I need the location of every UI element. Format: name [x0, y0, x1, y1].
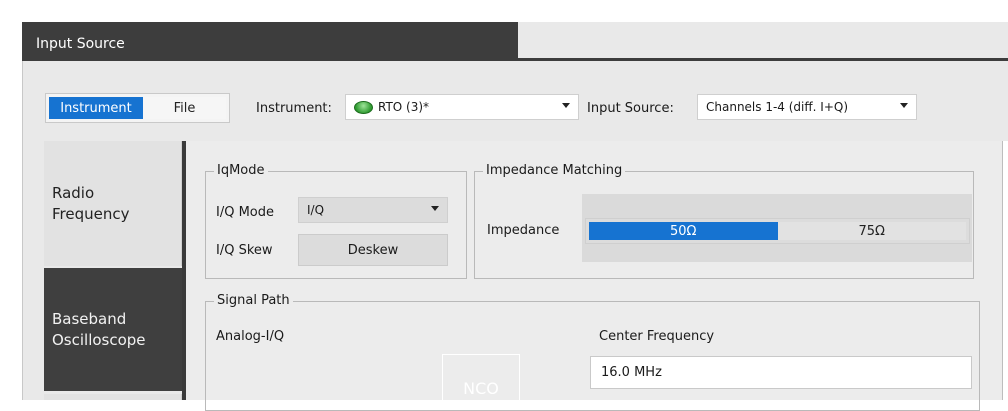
nav-radio-frequency[interactable]: Radio Frequency — [44, 141, 182, 266]
nav-label-line1: Radio — [52, 183, 95, 202]
chevron-down-icon — [431, 206, 439, 211]
nav-baseband-oscilloscope[interactable]: Baseband Oscilloscope — [44, 268, 182, 391]
instrument-dropdown[interactable]: RTO (3)* — [345, 94, 579, 120]
impedance-75-option[interactable]: 75Ω — [777, 222, 966, 240]
input-source-value: Channels 1-4 (diff. I+Q) — [706, 100, 848, 114]
chevron-down-icon — [900, 103, 908, 108]
iq-mode-label: I/Q Mode — [216, 205, 274, 220]
instrument-label: Instrument: — [256, 101, 332, 116]
chevron-down-icon — [562, 103, 570, 108]
deskew-button[interactable]: Deskew — [298, 234, 448, 266]
impedance-group-title: Impedance Matching — [483, 163, 626, 178]
iq-skew-label: I/Q Skew — [216, 243, 273, 258]
impedance-toggle: 50Ω 75Ω — [585, 218, 970, 244]
nco-block: NCO — [442, 354, 520, 400]
status-led-icon — [354, 100, 373, 114]
center-frequency-label: Center Frequency — [599, 329, 715, 344]
nav-next-item[interactable] — [44, 394, 182, 400]
iqmode-group-title: IqMode — [214, 163, 268, 178]
signal-path-group-title: Signal Path — [214, 293, 293, 308]
iq-mode-dropdown[interactable]: I/Q — [298, 197, 448, 223]
instrument-value: RTO (3)* — [378, 100, 430, 114]
iq-mode-value: I/Q — [307, 203, 325, 217]
source-toggle: Instrument File — [45, 93, 230, 123]
impedance-label: Impedance — [487, 223, 560, 238]
title-rule — [518, 58, 1008, 61]
input-source-dropdown[interactable]: Channels 1-4 (diff. I+Q) — [697, 94, 917, 120]
toggle-instrument[interactable]: Instrument — [49, 97, 143, 119]
toggle-file[interactable]: File — [143, 97, 226, 119]
nav-label-line1: Baseband — [52, 309, 127, 328]
dialog-title-tab: Input Source — [22, 22, 518, 61]
impedance-50-option[interactable]: 50Ω — [589, 222, 778, 240]
panel-right-edge — [1002, 141, 1008, 400]
nav-label-line2: Frequency — [52, 204, 130, 223]
nav-label-line2: Oscilloscope — [52, 330, 146, 349]
center-frequency-input[interactable]: 16.0 MHz — [590, 356, 972, 389]
input-source-label: Input Source: — [587, 101, 674, 116]
analog-iq-label: Analog-I/Q — [216, 329, 285, 344]
